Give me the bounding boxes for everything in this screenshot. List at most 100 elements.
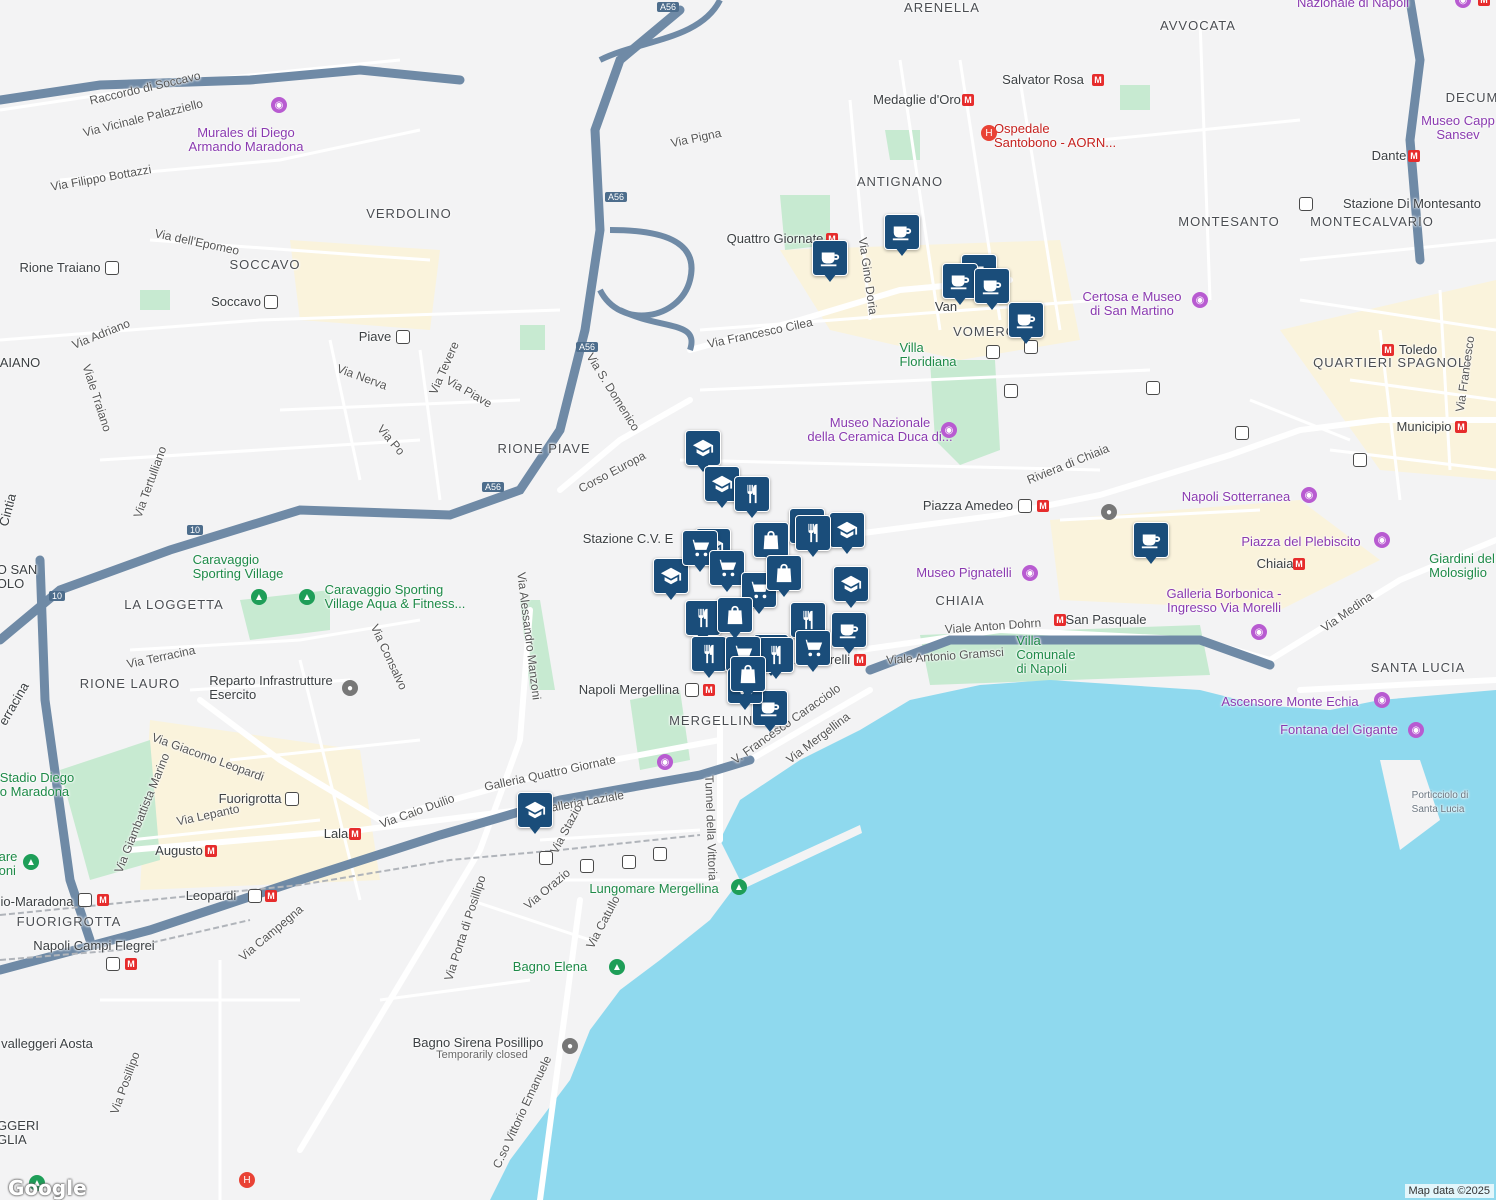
museum-icon[interactable]: ◉ <box>657 754 673 770</box>
cafe-marker[interactable] <box>884 214 920 258</box>
train-station-icon[interactable] <box>1353 453 1367 467</box>
villa-comunale-label: Villa Comunale di Napoli <box>1016 633 1076 676</box>
cafe-marker[interactable] <box>974 268 1010 312</box>
cafe-marker[interactable] <box>1008 302 1044 346</box>
museum-icon[interactable]: ◉ <box>1301 487 1317 503</box>
museum-icon[interactable]: ◉ <box>1192 292 1208 308</box>
museum-icon[interactable]: ◉ <box>1408 722 1424 738</box>
galleria-borbonica-label: Galleria Borbonica - Ingresso Via Morelli <box>1166 586 1282 615</box>
metro-station-icon[interactable]: M <box>265 890 277 902</box>
hospital-icon[interactable]: H <box>981 125 997 141</box>
metro-station-icon[interactable]: M <box>205 845 217 857</box>
train-station-icon[interactable] <box>248 889 262 903</box>
grocery-marker[interactable] <box>709 550 745 594</box>
museum-icon[interactable]: ◉ <box>271 97 287 113</box>
metro-station-icon[interactable]: M <box>1382 344 1394 356</box>
metro-station-icon[interactable]: M <box>703 684 715 696</box>
san-pasquale-label: San Pasquale <box>1065 612 1147 627</box>
landmark-icon[interactable]: ● <box>562 1038 578 1054</box>
marker-box <box>709 550 745 586</box>
district-label: MERGELLINA <box>669 713 763 728</box>
coffee-cup-icon <box>1141 534 1161 549</box>
museum-icon[interactable]: ◉ <box>941 422 957 438</box>
train-station-icon[interactable] <box>653 847 667 861</box>
shopping-marker[interactable] <box>717 597 753 641</box>
cafe-marker[interactable] <box>942 263 978 307</box>
marker-box <box>833 566 869 602</box>
museum-icon[interactable]: ◉ <box>1374 692 1390 708</box>
district-label: ARENELLA <box>904 0 980 15</box>
coffee-cup-icon <box>820 252 840 267</box>
marker-box <box>795 515 831 551</box>
train-station-icon[interactable] <box>580 859 594 873</box>
shopping-marker[interactable] <box>730 656 766 700</box>
museum-icon[interactable]: ◉ <box>1251 624 1267 640</box>
highway-shield: 10 <box>48 591 66 601</box>
cafe-marker[interactable] <box>1133 522 1169 566</box>
highway-shield: A56 <box>604 192 628 202</box>
landmark-icon[interactable]: ● <box>342 680 358 696</box>
marker-tip <box>763 723 777 732</box>
augusto-label: Augusto <box>155 843 203 858</box>
district-label: MONTESANTO <box>1178 214 1280 229</box>
grocery-marker[interactable] <box>795 630 831 674</box>
reparto-label: Reparto Infrastrutture Esercito <box>209 673 333 702</box>
train-station-icon[interactable] <box>264 295 278 309</box>
metro-station-icon[interactable]: M <box>125 958 137 970</box>
restaurant-marker[interactable] <box>795 515 831 559</box>
restaurant-marker[interactable] <box>691 636 727 680</box>
cafe-marker[interactable] <box>812 240 848 284</box>
leopardi-label: Leopardi <box>185 888 237 903</box>
fork-knife-icon <box>803 610 813 630</box>
park-icon[interactable]: ▲ <box>299 589 315 605</box>
museum-icon[interactable]: ◉ <box>1374 532 1390 548</box>
cafe-marker[interactable] <box>831 612 867 656</box>
train-station-icon[interactable] <box>539 851 553 865</box>
school-marker[interactable] <box>829 512 865 556</box>
park-icon[interactable]: ▲ <box>731 879 747 895</box>
train-station-icon[interactable] <box>78 893 92 907</box>
train-station-icon[interactable] <box>105 261 119 275</box>
train-station-icon[interactable] <box>685 683 699 697</box>
san-paolo-label: O SAN OLO <box>0 562 38 591</box>
train-station-icon[interactable] <box>1299 197 1313 211</box>
metro-station-icon[interactable]: M <box>1037 500 1049 512</box>
ospedale-label: Ospedale Santobono - AORN... <box>993 121 1117 150</box>
school-marker[interactable] <box>833 566 869 610</box>
park-icon[interactable]: ▲ <box>23 854 39 870</box>
metro-station-icon[interactable]: M <box>962 94 974 106</box>
marker-tip <box>741 689 755 698</box>
train-station-icon[interactable] <box>1004 384 1018 398</box>
metro-station-icon[interactable]: M <box>1455 421 1467 433</box>
train-station-icon[interactable] <box>986 345 1000 359</box>
graduation-cap-icon <box>711 475 733 493</box>
museo-pignatelli-label: Museo Pignatelli <box>916 565 1012 580</box>
train-station-icon[interactable] <box>285 792 299 806</box>
school-marker[interactable] <box>517 792 553 836</box>
train-station-icon[interactable] <box>106 957 120 971</box>
metro-station-icon[interactable]: M <box>1092 74 1104 86</box>
museum-icon[interactable]: ◉ <box>1022 565 1038 581</box>
shopping-marker[interactable] <box>766 555 802 599</box>
train-station-icon[interactable] <box>1235 426 1249 440</box>
nazionale-label: Nazionale di Napoli <box>1296 0 1410 10</box>
train-station-icon[interactable] <box>396 330 410 344</box>
metro-station-icon[interactable]: M <box>1478 0 1490 6</box>
metro-station-icon[interactable]: M <box>1054 614 1066 626</box>
restaurant-marker[interactable] <box>734 476 770 520</box>
train-station-icon[interactable] <box>1146 381 1160 395</box>
marker-box <box>730 656 766 692</box>
park-icon[interactable]: ▲ <box>251 589 267 605</box>
marker-box <box>691 636 727 672</box>
train-station-icon[interactable] <box>1018 499 1032 513</box>
park-icon[interactable]: ▲ <box>609 959 625 975</box>
metro-station-icon[interactable]: M <box>1293 558 1305 570</box>
district-label: ANTIGNANO <box>856 174 944 189</box>
metro-station-icon[interactable]: M <box>97 894 109 906</box>
map-attribution[interactable]: Map data ©2025 <box>1404 1184 1494 1198</box>
landmark-icon[interactable]: ● <box>1101 504 1117 520</box>
metro-station-icon[interactable]: M <box>349 828 361 840</box>
metro-station-icon[interactable]: M <box>1408 150 1420 162</box>
hospital-icon[interactable]: H <box>239 1172 255 1188</box>
train-station-icon[interactable] <box>622 855 636 869</box>
